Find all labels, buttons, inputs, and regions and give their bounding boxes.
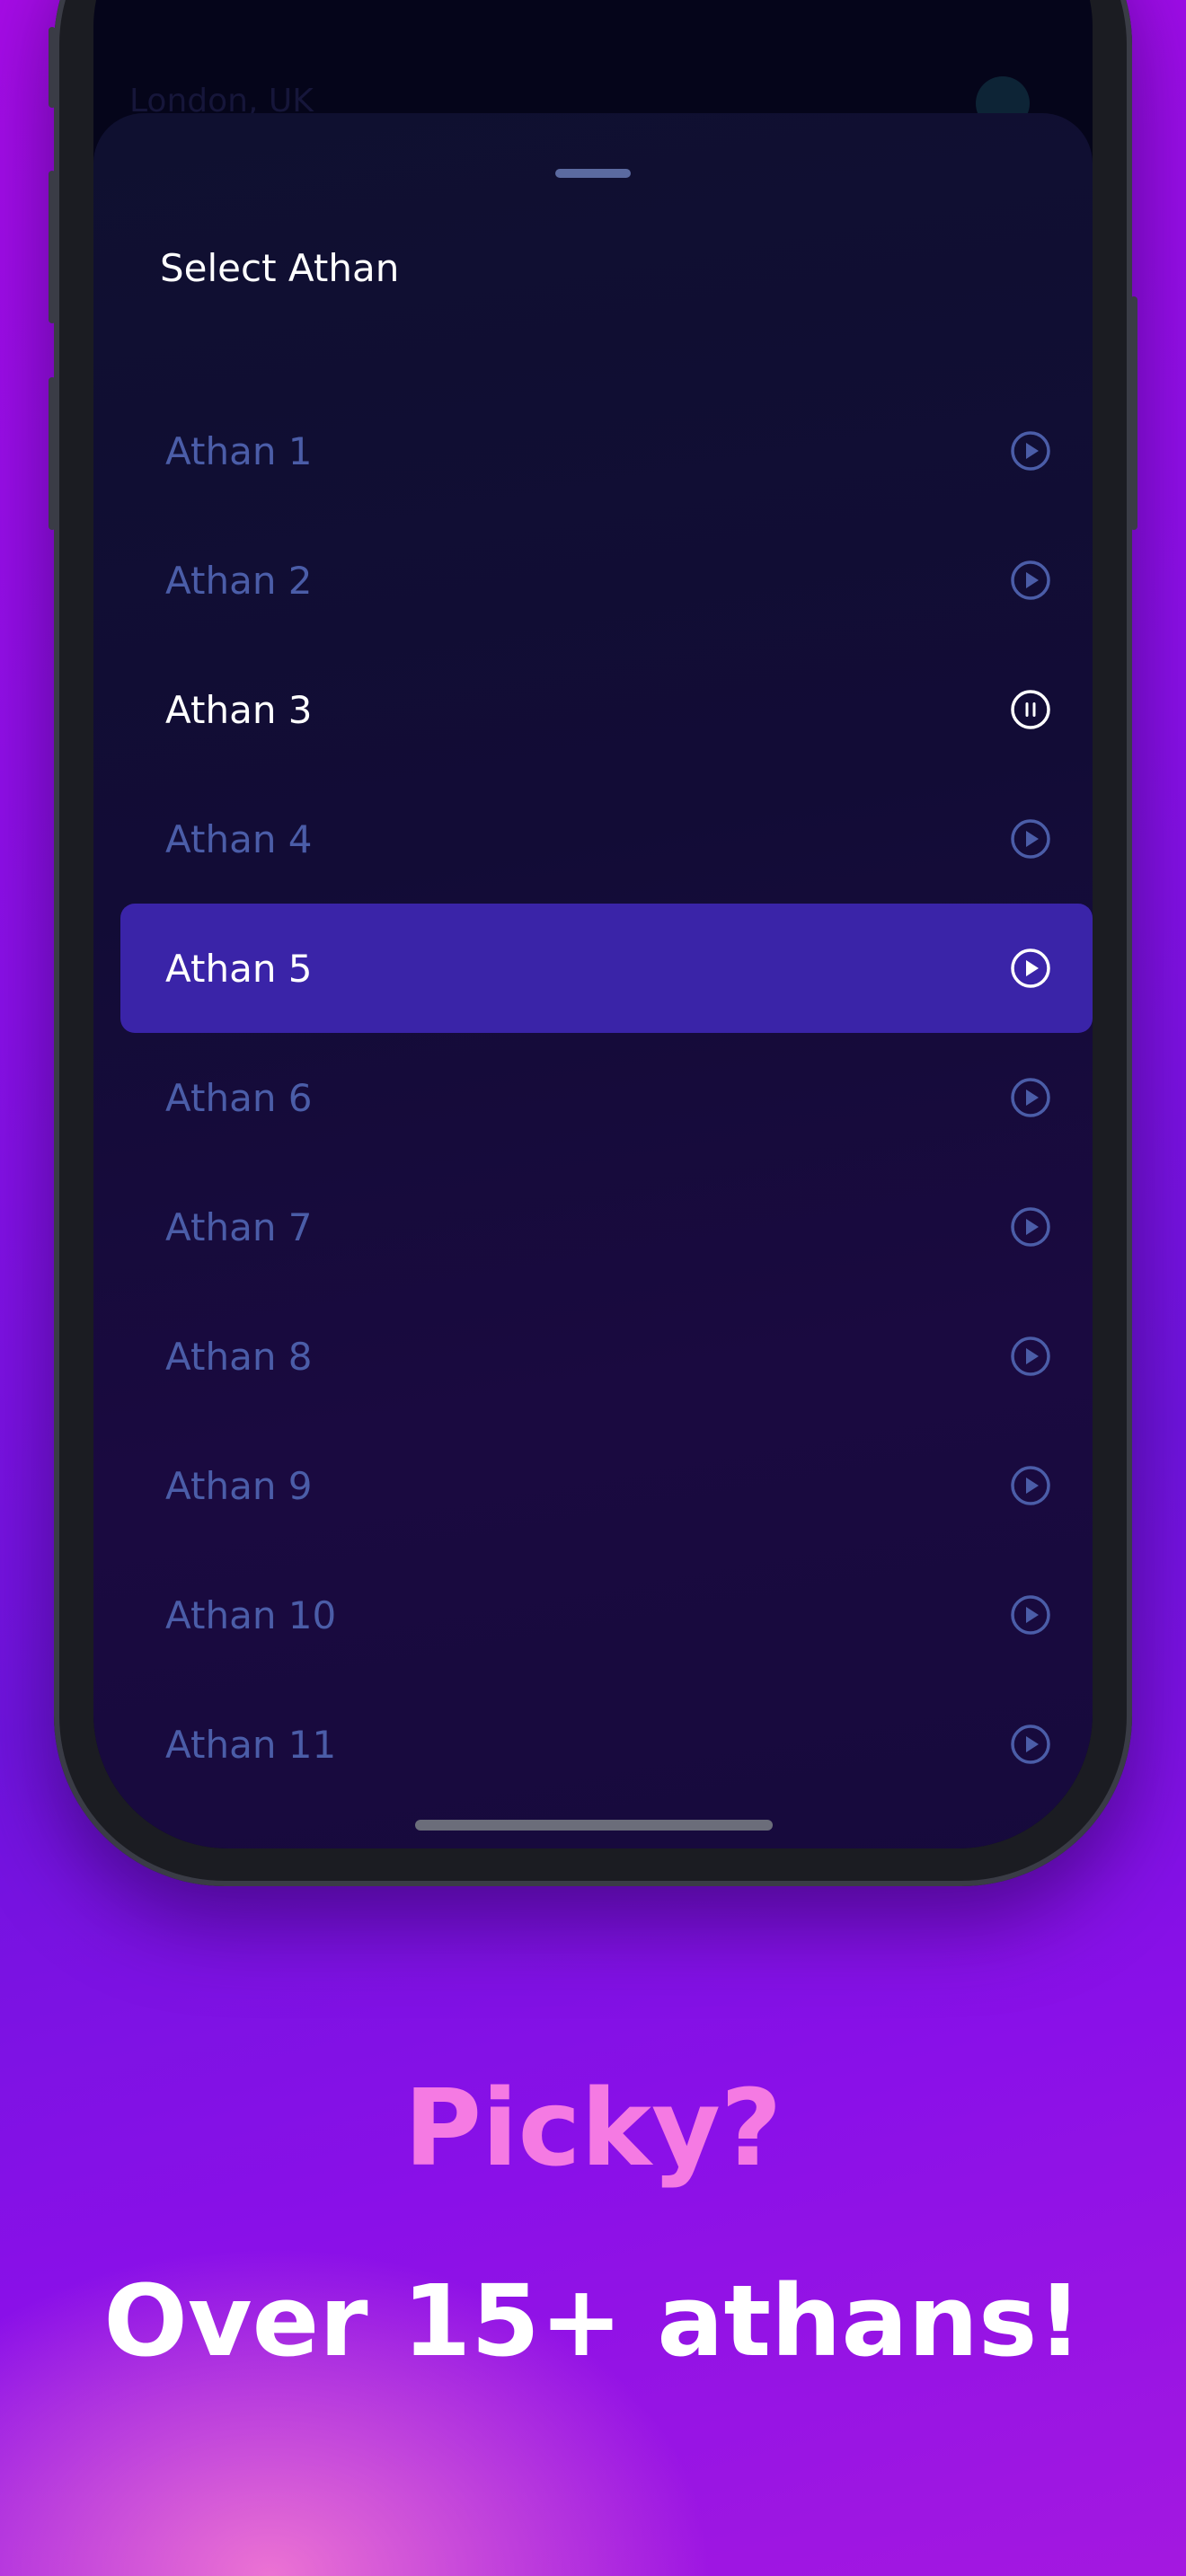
athan-item-label: Athan 6: [165, 1075, 313, 1120]
athan-list-item[interactable]: Athan 3: [120, 645, 1093, 774]
athan-item-label: Athan 11: [165, 1722, 337, 1767]
play-button-icon[interactable]: [1010, 1465, 1051, 1506]
sheet-grabber-handle[interactable]: [555, 169, 631, 178]
home-indicator[interactable]: [415, 1820, 773, 1831]
athan-list-item[interactable]: Athan 4: [120, 774, 1093, 904]
athan-item-label: Athan 8: [165, 1334, 313, 1379]
athan-list-item[interactable]: Athan 1: [120, 386, 1093, 516]
athan-item-label: Athan 2: [165, 558, 313, 603]
athan-list-item[interactable]: Athan 2: [120, 516, 1093, 645]
phone-volume-up-button: [49, 171, 56, 323]
athan-list-item[interactable]: Athan 7: [120, 1162, 1093, 1292]
play-button-icon[interactable]: [1010, 1077, 1051, 1118]
athan-list-item[interactable]: Athan 11: [120, 1680, 1093, 1809]
athan-item-label: Athan 7: [165, 1204, 313, 1249]
phone-screen: London, UK Select Athan Athan 1 Athan 2 At…: [93, 0, 1093, 1848]
play-button-icon[interactable]: [1010, 1594, 1051, 1636]
athan-item-label: Athan 3: [165, 687, 313, 732]
play-button-icon[interactable]: [1010, 818, 1051, 860]
athan-list-item[interactable]: Athan 9: [120, 1421, 1093, 1550]
play-button-icon[interactable]: [1010, 1724, 1051, 1765]
athan-list-item[interactable]: Athan 10: [120, 1550, 1093, 1680]
athan-item-label: Athan 4: [165, 816, 313, 861]
phone-volume-down-button: [49, 377, 56, 530]
phone-power-button: [1130, 296, 1137, 530]
athan-item-label: Athan 9: [165, 1463, 313, 1508]
play-button-icon[interactable]: [1010, 1206, 1051, 1248]
promo-subheadline: Over 15+ athans!: [103, 2263, 1083, 2378]
play-button-icon[interactable]: [1010, 560, 1051, 601]
athan-list-item[interactable]: Athan 5: [120, 904, 1093, 1033]
athan-item-label: Athan 1: [165, 428, 313, 473]
athan-item-label: Athan 10: [165, 1592, 337, 1637]
promo-headline: Picky?: [403, 2066, 783, 2190]
athan-list-item[interactable]: Athan 8: [120, 1292, 1093, 1421]
athan-item-label: Athan 5: [165, 946, 313, 991]
athan-list-item[interactable]: Athan 6: [120, 1033, 1093, 1162]
play-button-icon[interactable]: [1010, 430, 1051, 472]
sheet-title: Select Athan: [160, 246, 400, 290]
phone-side-button: [49, 27, 56, 108]
pause-button-icon[interactable]: [1010, 689, 1051, 730]
select-athan-sheet: Select Athan Athan 1 Athan 2 Athan 3 Athan …: [93, 113, 1093, 1848]
play-button-icon[interactable]: [1010, 948, 1051, 989]
play-button-icon[interactable]: [1010, 1336, 1051, 1377]
